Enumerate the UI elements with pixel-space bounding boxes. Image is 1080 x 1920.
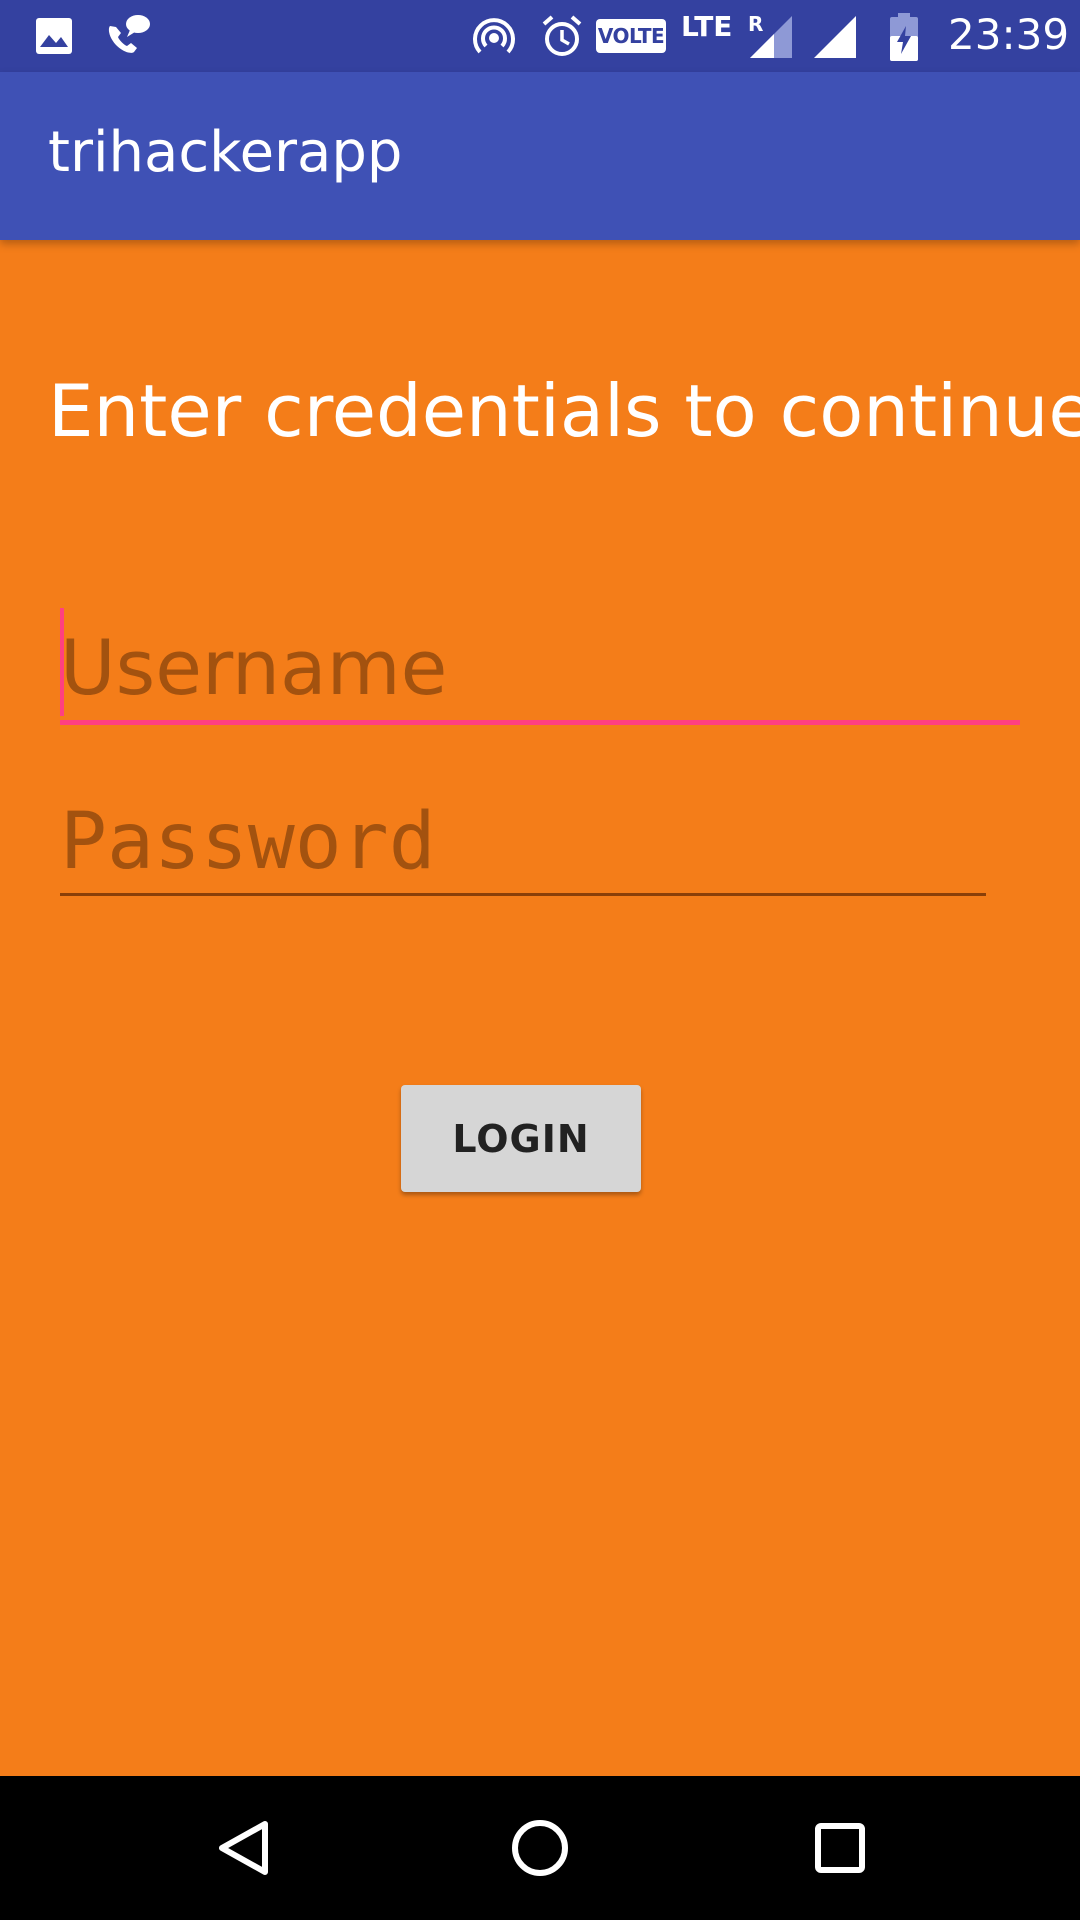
home-icon [512,1820,568,1876]
text-cursor [60,608,64,716]
volte-indicator: VOLTE [596,19,666,53]
hotspot-icon [473,18,515,54]
password-field[interactable] [60,790,986,896]
navigation-bar [0,1776,1080,1920]
credentials-prompt: Enter credentials to continue. [48,369,1080,453]
login-button[interactable]: LOGIN [401,1085,641,1192]
recents-icon [815,1823,865,1873]
signal-icon [814,16,856,58]
image-icon [36,18,72,54]
username-field[interactable] [60,615,1020,725]
network-type: LTE [681,10,733,43]
alarm-icon [542,15,582,56]
back-icon [219,1821,268,1875]
app-title: trihackerapp [48,120,403,185]
app-bar: trihackerapp [0,72,1080,240]
home-button[interactable] [460,1776,620,1920]
login-screen: VOLTE LTE R 23:39 trihackerapp Enter cre… [0,0,1080,1920]
status-bar: VOLTE LTE R 23:39 [0,0,1080,72]
call-icon [108,15,150,53]
back-button[interactable] [160,1776,320,1920]
battery-charging-icon [890,13,918,61]
signal-icon [750,16,792,58]
status-time: 23:39 [948,10,1070,59]
recents-button[interactable] [760,1776,920,1920]
